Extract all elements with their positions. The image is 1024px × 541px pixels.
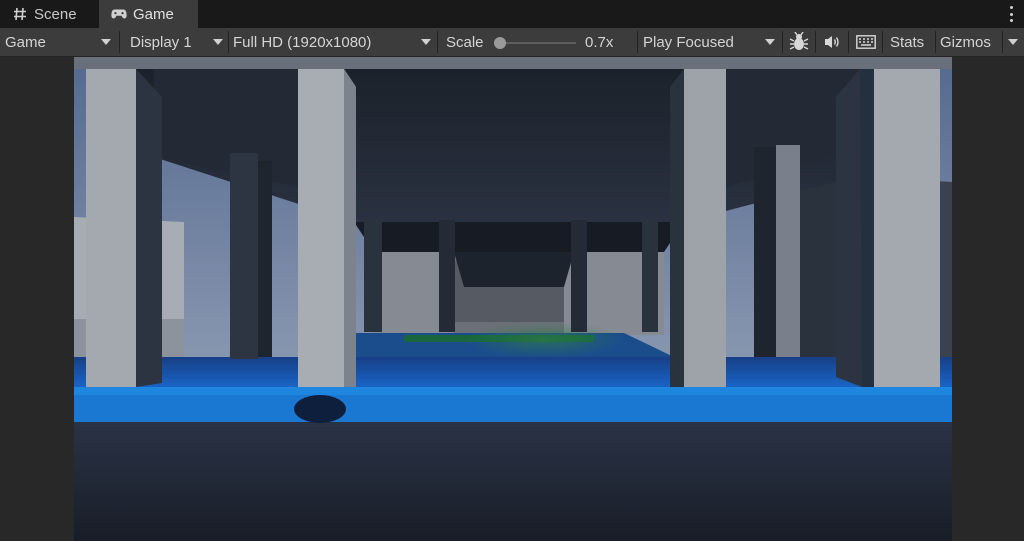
gizmos-button[interactable]: Gizmos [936, 28, 1002, 56]
display-value: Display 1 [130, 33, 192, 51]
display-mode-dropdown[interactable]: Game [0, 28, 118, 56]
display-mode-value: Game [5, 33, 46, 51]
gizmos-dropdown[interactable] [1003, 28, 1024, 56]
display-dropdown[interactable]: Display 1 [120, 28, 228, 56]
resolution-value: Full HD (1920x1080) [233, 33, 372, 51]
divider [815, 31, 816, 53]
play-mode-value: Play Focused [643, 33, 734, 51]
tab-game[interactable]: Game [99, 0, 198, 28]
tab-scene-label: Scene [34, 5, 77, 23]
scale-slider-track[interactable] [500, 42, 576, 44]
chevron-down-icon [1008, 39, 1018, 45]
scale-value-text: 0.7x [585, 33, 614, 51]
game-viewport[interactable] [74, 57, 952, 541]
stats-label: Stats [890, 33, 925, 51]
chevron-down-icon [213, 39, 223, 45]
editor-tab-bar: Scene Game [0, 0, 1024, 28]
resolution-dropdown[interactable]: Full HD (1920x1080) [229, 28, 437, 56]
scale-label: Scale [446, 28, 492, 56]
scale-slider-handle[interactable] [494, 37, 506, 49]
speaker-icon[interactable] [817, 29, 847, 55]
hash-icon [12, 6, 28, 22]
game-render [74, 57, 952, 541]
keyboard-icon[interactable] [850, 29, 881, 55]
kebab-icon[interactable] [1008, 6, 1014, 22]
scale-label-text: Scale [446, 33, 484, 51]
tab-game-label: Game [133, 5, 174, 23]
divider [848, 31, 849, 53]
chevron-down-icon [765, 39, 775, 45]
stats-button[interactable]: Stats [883, 28, 935, 56]
gamepad-icon [111, 6, 127, 22]
bug-icon[interactable] [784, 29, 814, 55]
scale-value: 0.7x [585, 28, 625, 56]
divider [782, 31, 783, 53]
chevron-down-icon [101, 39, 111, 45]
tab-scene[interactable]: Scene [0, 0, 98, 28]
chevron-down-icon [421, 39, 431, 45]
play-mode-dropdown[interactable]: Play Focused [638, 28, 782, 56]
divider [437, 31, 438, 53]
gizmos-label: Gizmos [940, 33, 991, 51]
